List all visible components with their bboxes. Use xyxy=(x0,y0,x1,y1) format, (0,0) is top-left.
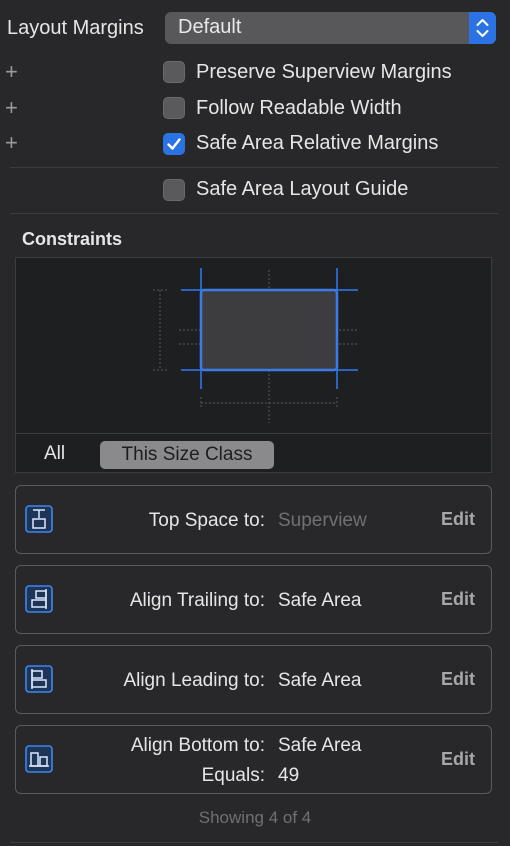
constraints-diagram xyxy=(16,258,491,433)
edit-button[interactable]: Edit xyxy=(441,589,475,610)
safe-area-relative-margins-label: Safe Area Relative Margins xyxy=(196,132,439,154)
preserve-superview-margins-checkbox[interactable] xyxy=(163,61,185,83)
follow-readable-width-label: Follow Readable Width xyxy=(196,97,402,119)
safe-area-relative-margins-checkbox[interactable] xyxy=(163,133,185,155)
constraint-key: Align Bottom to: xyxy=(130,735,265,756)
constraint-constant-value: 49 xyxy=(278,765,300,786)
divider xyxy=(10,167,498,168)
checkmark-icon xyxy=(167,138,181,150)
divider xyxy=(10,213,498,214)
plus-icon[interactable]: + xyxy=(5,97,18,119)
edit-button[interactable]: Edit xyxy=(441,509,475,530)
layout-margins-label: Layout Margins xyxy=(7,17,144,39)
edit-button[interactable]: Edit xyxy=(441,669,475,690)
layout-margins-popup[interactable]: Default xyxy=(165,12,496,44)
popup-stepper-icon xyxy=(469,12,496,44)
constraint-key: Align Leading to: xyxy=(123,670,265,691)
align-leading-icon xyxy=(25,665,53,693)
safe-area-layout-guide-label: Safe Area Layout Guide xyxy=(196,178,409,200)
constraint-align-bottom[interactable]: Align Bottom to: Safe Area Equals: 49 Ed… xyxy=(15,725,492,794)
constraint-key-equals: Equals: xyxy=(201,765,265,786)
align-bottom-icon xyxy=(25,745,53,773)
constraint-align-leading[interactable]: Align Leading to: Safe Area Edit xyxy=(15,645,492,714)
align-trailing-icon xyxy=(25,585,53,613)
preserve-superview-margins-label: Preserve Superview Margins xyxy=(196,61,452,83)
plus-icon[interactable]: + xyxy=(5,61,18,83)
constraint-value: Safe Area xyxy=(278,735,362,756)
constraint-align-trailing[interactable]: Align Trailing to: Safe Area Edit xyxy=(15,565,492,634)
follow-readable-width-checkbox[interactable] xyxy=(163,97,185,119)
constraint-key: Top Space to: xyxy=(148,510,265,531)
constraint-value: Safe Area xyxy=(278,590,362,611)
edit-button[interactable]: Edit xyxy=(441,749,475,770)
constraints-count: Showing 4 of 4 xyxy=(198,808,312,827)
constraint-top-space[interactable]: Top Space to: Superview Edit xyxy=(15,485,492,554)
plus-icon[interactable]: + xyxy=(5,132,18,154)
layout-margins-value: Default xyxy=(178,16,242,38)
constraints-title: Constraints xyxy=(22,229,123,249)
safe-area-layout-guide-checkbox[interactable] xyxy=(163,179,185,201)
constraints-preview: All This Size Class xyxy=(15,257,492,473)
constraint-value: Safe Area xyxy=(278,670,362,691)
segment-this-size-class[interactable]: This Size Class xyxy=(100,441,274,469)
constraint-value: Superview xyxy=(278,510,367,531)
divider xyxy=(10,842,498,843)
constraint-key: Align Trailing to: xyxy=(129,590,265,611)
size-class-segmented: All This Size Class xyxy=(16,433,491,473)
top-space-icon xyxy=(25,505,53,533)
segment-all[interactable]: All xyxy=(44,443,65,465)
